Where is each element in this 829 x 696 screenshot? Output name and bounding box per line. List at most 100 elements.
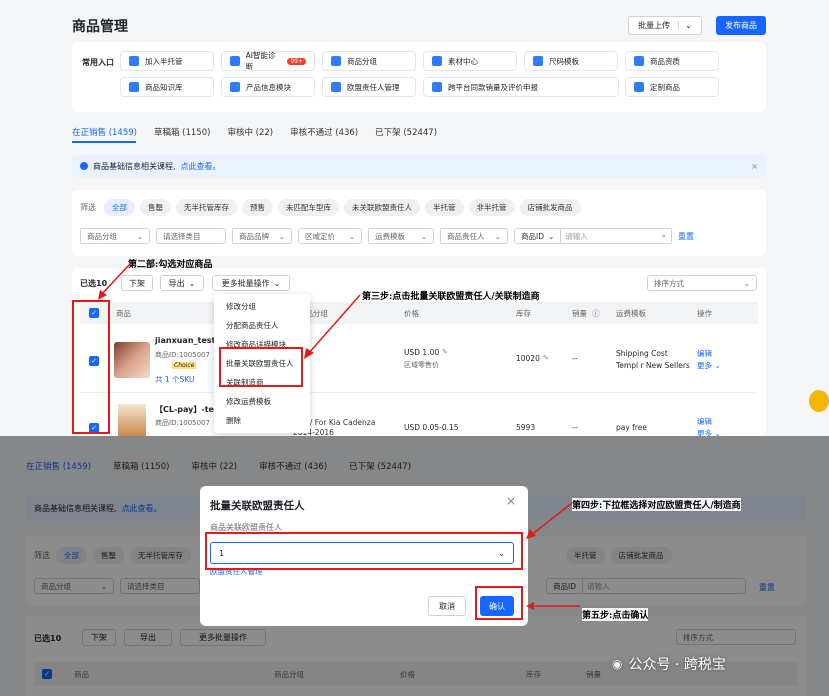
tab-on-sale[interactable]: 在正销售 (1459) xyxy=(72,126,137,138)
close-icon[interactable]: × xyxy=(506,494,516,508)
menu-highlight xyxy=(219,347,303,387)
status-tabs: 在正销售 (1459) 草稿箱 (1150) 审核中 (22) 审核不通过 (4… xyxy=(72,126,437,138)
publish-button[interactable]: 发布商品 xyxy=(716,16,766,35)
product-id: 商品ID:1005007 xyxy=(155,351,210,359)
freight-select[interactable]: 运费模板 ⌄ xyxy=(368,228,434,244)
help-icon: ⓘ xyxy=(592,309,600,318)
chevron-down-icon: ⌄ xyxy=(278,231,285,241)
select-label: 区域定价 xyxy=(305,231,335,241)
sku-count-link[interactable]: 共 1 个SKU xyxy=(155,374,195,385)
quick-entry-label: 定制商品 xyxy=(650,82,680,92)
chevron-down-icon: ⌄ xyxy=(548,231,555,241)
shirt-icon xyxy=(533,56,543,66)
quick-entry-ai-diagnosis[interactable]: AI智能诊断 99+ xyxy=(221,51,315,71)
sort-select[interactable]: 排序方式 ⌄ xyxy=(647,275,757,291)
owner-select[interactable]: 商品责任人 ⌄ xyxy=(440,228,508,244)
menu-item-delete[interactable]: 删除 xyxy=(214,411,310,430)
quick-entry-label: 常用入口 xyxy=(82,58,114,67)
cancel-button[interactable]: 取消 xyxy=(428,596,466,616)
product-thumbnail xyxy=(114,342,150,378)
filter-pill-no-eu-rep[interactable]: 未关联欧盟责任人 xyxy=(344,199,420,216)
tab-underline xyxy=(72,141,136,143)
watermark: ◉ 公众号 · 跨税宝 xyxy=(612,654,726,674)
row-divider xyxy=(80,392,758,393)
filter-pill-wholesale[interactable]: 店铺批发商品 xyxy=(519,199,581,216)
brand-select[interactable]: 商品品牌 ⌄ xyxy=(232,228,292,244)
filter-pill-half[interactable]: 半托管 xyxy=(425,199,464,216)
select-label: 商品分组 xyxy=(87,231,117,241)
price: USD 1.00 xyxy=(404,348,440,357)
quick-entry-label: 跨平台同款销量及评价申报 xyxy=(448,82,538,92)
notice-link[interactable]: 点此查看。 xyxy=(181,161,221,172)
quick-entry-label: 素材中心 xyxy=(448,56,478,66)
choice-badge: Choice xyxy=(172,362,197,369)
table-header: ✓ 商品 商品分组 价格 库存 销量 ⓘ 运费模板 操作 xyxy=(80,302,758,324)
filter-pill-presale[interactable]: 预售 xyxy=(242,199,273,216)
bulk-upload-label: 批量上传 xyxy=(638,21,671,30)
person-icon xyxy=(331,82,341,92)
sales: -- xyxy=(572,423,578,432)
filter-pill-no-stock[interactable]: 无半托管库存 xyxy=(176,199,237,216)
modal-title: 批量关联欧盟责任人 xyxy=(210,500,305,512)
quick-entry-label: AI智能诊断 xyxy=(245,51,276,71)
quick-entry-knowledge[interactable]: 商品知识库 xyxy=(120,77,214,97)
close-icon[interactable]: × xyxy=(751,162,758,171)
more-link[interactable]: 更多 ⌄ xyxy=(697,360,721,371)
menu-item-edit-group[interactable]: 修改分组 xyxy=(214,297,310,316)
price: USD 0.05-0.15 xyxy=(404,423,459,432)
quick-entry-material[interactable]: 素材中心 xyxy=(423,51,517,71)
more-bulk-button[interactable]: 更多批量操作 ⌄ xyxy=(212,275,290,291)
category-select[interactable]: 请选择类目 xyxy=(156,228,226,244)
filter-pill-soldout[interactable]: 售罄 xyxy=(140,199,171,216)
quick-entry-eu-rep[interactable]: 欧盟责任人管理 xyxy=(322,77,416,97)
quick-entry-label: 加入半托管 xyxy=(145,56,183,66)
quick-entry-module[interactable]: 产品信息模块 xyxy=(221,77,315,97)
regional-price-select[interactable]: 区域定价 ⌄ xyxy=(298,228,362,244)
product-name[interactable]: jianxuan_test_t xyxy=(155,336,223,345)
tab-reviewing[interactable]: 审核中 (22) xyxy=(227,126,273,138)
id-search[interactable]: 商品ID ⌄ 请输入 ⌕ xyxy=(514,228,672,244)
id-input-placeholder[interactable]: 请输入 xyxy=(561,231,662,242)
edit-link[interactable]: 编辑 xyxy=(697,416,712,427)
bag-icon xyxy=(634,82,644,92)
menu-item-assign-owner[interactable]: 分配商品责任人 xyxy=(214,316,310,335)
tab-rejected[interactable]: 审核不通过 (436) xyxy=(290,126,358,138)
quick-entry-group[interactable]: 商品分组 xyxy=(322,51,416,71)
quick-entry-size[interactable]: 尺码模板 xyxy=(524,51,618,71)
filter-pill-all[interactable]: 全部 xyxy=(104,199,135,216)
bulk-upload-button[interactable]: 批量上传 ⌄ xyxy=(628,16,702,35)
sales: -- xyxy=(572,354,578,363)
edit-icon[interactable]: ✎ xyxy=(543,354,549,362)
filter-pill-non-half[interactable]: 非半托管 xyxy=(468,199,515,216)
quick-entry-half-managed[interactable]: 加入半托管 xyxy=(120,51,214,71)
filter-pill-no-vehicle[interactable]: 未匹配车型库 xyxy=(278,199,339,216)
tab-draft[interactable]: 草稿箱 (1150) xyxy=(154,126,210,138)
menu-item-edit-freight[interactable]: 修改运费模板 xyxy=(214,392,310,411)
group-select[interactable]: 商品分组 ⌄ xyxy=(80,228,150,244)
quick-entry-qualification[interactable]: 商品资质 xyxy=(625,51,719,71)
tab-delisted[interactable]: 已下架 (52447) xyxy=(375,126,437,138)
header-freight: 运费模板 xyxy=(616,309,646,318)
edit-link[interactable]: 编辑 xyxy=(697,348,712,359)
quick-entry-custom[interactable]: 定制商品 xyxy=(625,77,719,97)
search-icon[interactable]: ⌕ xyxy=(662,231,671,241)
annotation-step5: 第五步:点击确认 xyxy=(582,608,649,621)
quick-entry-label: 商品分组 xyxy=(347,56,377,66)
wechat-icon: ◉ xyxy=(612,657,623,671)
product-name[interactable]: 【CL-pay】-test xyxy=(155,404,223,415)
confirm-highlight xyxy=(475,586,523,620)
info-icon xyxy=(80,162,88,170)
chevron-down-icon: ⌄ xyxy=(420,231,427,241)
reset-link[interactable]: 重置 xyxy=(678,231,694,242)
assistant-avatar-icon[interactable] xyxy=(809,390,829,412)
checkbox-highlight xyxy=(72,300,110,434)
filter-card: 筛选 全部 售罄 无半托管库存 预售 未匹配车型库 未关联欧盟责任人 半托管 非… xyxy=(72,190,766,256)
globe-icon xyxy=(432,82,442,92)
chevron-down-icon: ⌄ xyxy=(743,278,750,288)
select-label: 商品品牌 xyxy=(239,231,269,241)
export-button[interactable]: 导出 ⌄ xyxy=(160,275,204,291)
select-label: 请选择类目 xyxy=(163,231,201,241)
edit-icon[interactable]: ✎ xyxy=(442,348,448,356)
quick-entry-cross-platform[interactable]: 跨平台同款销量及评价申报 xyxy=(423,77,619,97)
annotation-arrow xyxy=(98,263,131,300)
